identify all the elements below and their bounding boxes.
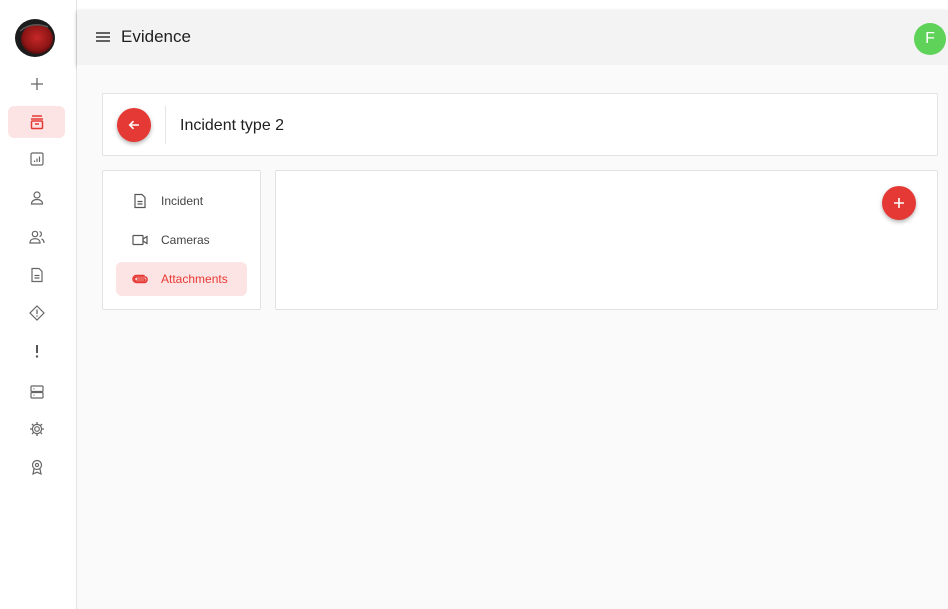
- people-icon: [28, 230, 45, 244]
- nav-item-cameras[interactable]: Cameras: [116, 223, 247, 257]
- rail-item-reports[interactable]: [8, 143, 65, 175]
- nav-item-label: Cameras: [161, 233, 210, 247]
- server-icon: [29, 385, 44, 399]
- document-icon: [131, 192, 149, 210]
- document-icon: [30, 267, 43, 283]
- section-nav: Incident Cameras Attachments: [102, 170, 261, 310]
- paperclip-icon: [131, 270, 149, 288]
- top-bar: Evidence F: [77, 10, 948, 65]
- hamburger-menu-icon[interactable]: [93, 27, 113, 47]
- rail-item-alerts[interactable]: [8, 335, 65, 367]
- app-window: Evidence F Incident type 2 Incident Came…: [0, 0, 948, 609]
- badge-icon: [31, 459, 42, 476]
- rail-item-evidence[interactable]: [8, 106, 65, 138]
- arrow-left-icon: [128, 120, 139, 130]
- gear-icon: [29, 422, 44, 436]
- nav-item-label: Attachments: [161, 272, 228, 286]
- evidence-box-icon: [30, 115, 43, 130]
- report-chart-icon: [29, 152, 44, 166]
- warning-diamond-icon: [28, 305, 45, 321]
- back-button[interactable]: [117, 108, 151, 142]
- person-icon: [30, 191, 43, 205]
- page-title: Evidence: [121, 27, 191, 46]
- nav-item-label: Incident: [161, 194, 204, 208]
- incident-title: Incident type 2: [180, 117, 285, 134]
- video-camera-icon: [131, 231, 149, 249]
- plus-icon: [894, 198, 904, 208]
- nav-item-incident[interactable]: Incident: [116, 184, 247, 218]
- rail-item-add[interactable]: [8, 68, 65, 100]
- rail-item-badge[interactable]: [8, 451, 65, 483]
- rail-item-people[interactable]: [8, 221, 65, 253]
- rail-item-servers[interactable]: [8, 376, 65, 408]
- content-area: Incident type 2 Incident Cameras Attachm…: [77, 65, 948, 609]
- brand-logo[interactable]: [14, 17, 56, 59]
- add-attachment-button[interactable]: [882, 186, 916, 220]
- nav-item-attachments[interactable]: Attachments: [116, 262, 247, 296]
- attachments-panel: [275, 170, 938, 310]
- header-divider: [165, 106, 166, 144]
- plus-icon: [30, 78, 43, 90]
- user-avatar[interactable]: F: [914, 23, 946, 55]
- rail-item-settings[interactable]: [8, 413, 65, 445]
- incident-header-card: Incident type 2: [102, 93, 938, 156]
- rail-item-warnings[interactable]: [8, 297, 65, 329]
- rail-item-documents[interactable]: [8, 259, 65, 291]
- rail-item-person[interactable]: [8, 182, 65, 214]
- left-rail: [0, 0, 77, 609]
- exclamation-icon: [35, 345, 38, 358]
